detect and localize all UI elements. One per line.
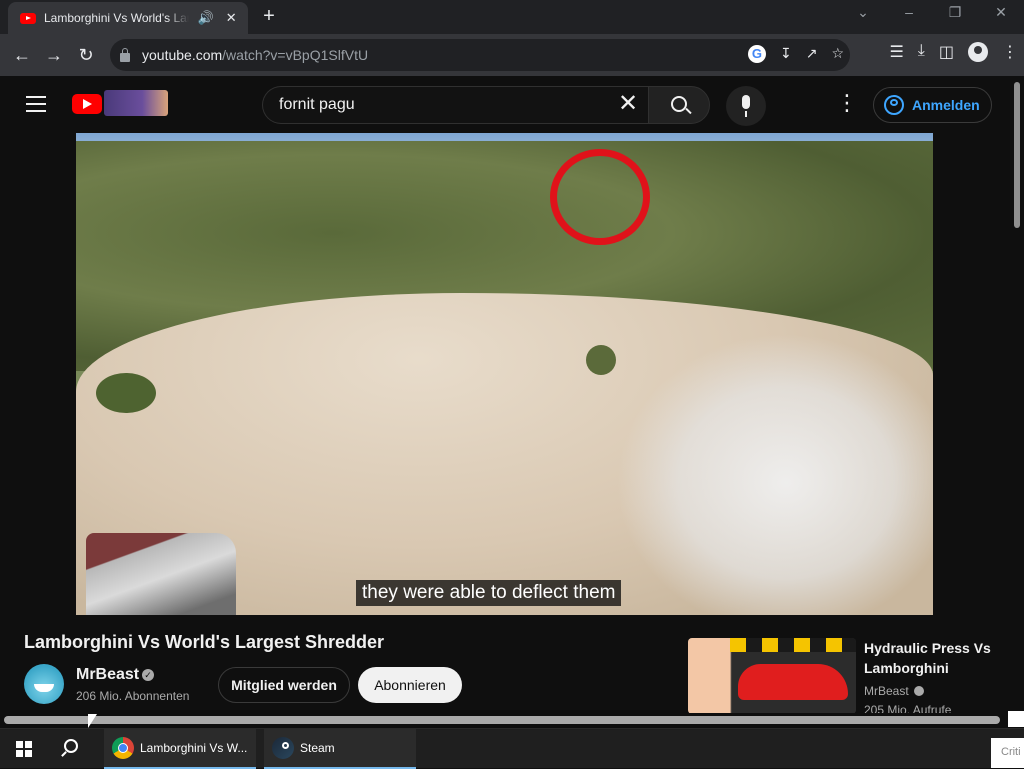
settings-kebab-icon[interactable]: ⋮ <box>836 92 858 114</box>
signin-label: Anmelden <box>912 97 980 113</box>
highlight-circle <box>550 149 650 245</box>
browser-tab[interactable]: Lamborghini Vs World's Largest Shredder … <box>8 2 248 34</box>
browser-toolbar: ← → ↻ youtube.com/watch?v=vBpQ1SlfVtU G … <box>0 34 1024 76</box>
video-frame-bush <box>586 345 616 375</box>
new-tab-button[interactable]: + <box>258 6 280 26</box>
back-arrow-icon[interactable]: ← <box>6 45 38 66</box>
taskbar-app-label: Lamborghini Vs W... <box>140 741 248 755</box>
lock-icon[interactable] <box>120 47 130 62</box>
user-circle-icon <box>884 95 904 115</box>
recommended-video-thumbnail[interactable] <box>688 638 856 714</box>
windows-start-icon[interactable] <box>16 741 32 757</box>
close-window-icon[interactable]: ✕ <box>986 4 1016 21</box>
forward-arrow-icon[interactable]: → <box>38 45 70 66</box>
video-frame-dust-cloud <box>616 333 933 615</box>
search-input[interactable]: fornit pagu <box>262 86 648 124</box>
horizontal-scrollbar-thumb[interactable] <box>4 716 1000 724</box>
share-icon[interactable]: ↗ <box>806 45 818 63</box>
browser-menu-icon[interactable]: ⋮ <box>1002 42 1018 62</box>
verified-check-icon: ✓ <box>142 669 154 681</box>
taskbar-app-chrome[interactable]: Lamborghini Vs W... <box>104 729 256 769</box>
reload-icon[interactable]: ↻ <box>70 45 102 66</box>
youtube-header: fornit pagu ✕ ⋮ Anmelden <box>0 76 1024 132</box>
subscribe-button[interactable]: Abonnieren <box>358 667 462 703</box>
taskbar-app-label: Steam <box>300 741 335 755</box>
url-path: /watch?v=vBpQ1SlfVtU <box>222 47 369 63</box>
mouse-cursor-icon <box>88 714 97 728</box>
url-text[interactable]: youtube.com/watch?v=vBpQ1SlfVtU <box>142 47 368 63</box>
subscriber-count: 206 Mio. Abonnenten <box>76 689 190 703</box>
downloads-icon[interactable]: ⤓ <box>918 42 925 62</box>
clear-search-icon[interactable]: ✕ <box>618 92 638 116</box>
taskbar-app-steam[interactable]: Steam <box>264 729 416 769</box>
horizontal-scrollbar[interactable] <box>0 711 1024 727</box>
install-app-icon[interactable]: ↧ <box>780 45 792 63</box>
bookmark-star-icon[interactable]: ☆ <box>831 45 844 63</box>
youtube-logo-icon[interactable] <box>72 94 102 114</box>
join-membership-button[interactable]: Mitglied werden <box>218 667 350 703</box>
windows-taskbar: Lamborghini Vs W... Steam <box>0 728 1024 769</box>
video-frame-bush <box>96 373 156 413</box>
address-bar[interactable]: youtube.com/watch?v=vBpQ1SlfVtU G ↧ ↗ ☆ <box>110 39 850 71</box>
hamburger-menu-icon[interactable] <box>26 96 46 112</box>
profile-avatar-icon[interactable] <box>968 42 988 62</box>
google-lens-icon[interactable]: G <box>747 45 766 63</box>
browser-toolbar-actions: ☰ ⤓ ◫ ⋮ <box>889 42 1018 62</box>
thumbnail-red-car <box>738 664 848 700</box>
thumbnail-hazard-stripes <box>730 638 856 652</box>
signin-button[interactable]: Anmelden <box>873 87 992 123</box>
url-domain: youtube.com <box>142 47 223 63</box>
search-button[interactable] <box>648 86 710 124</box>
video-frame-cars <box>86 533 236 615</box>
side-panel-icon[interactable]: ◫ <box>939 42 954 62</box>
channel-name[interactable]: MrBeast <box>76 666 139 684</box>
taskbar-overflow-popup[interactable]: Criti <box>991 738 1024 768</box>
page-scrollbar[interactable] <box>1010 80 1024 720</box>
video-title: Lamborghini Vs World's Largest Shredder <box>24 632 385 652</box>
youtube-favicon-icon <box>20 12 36 24</box>
tab-title: Lamborghini Vs World's Largest Shredder <box>44 11 189 25</box>
page-scrollbar-thumb[interactable] <box>1014 82 1020 228</box>
minimize-window-icon[interactable]: – <box>894 4 924 20</box>
steam-icon <box>272 737 294 759</box>
youtube-doodle-image[interactable] <box>104 90 168 116</box>
channel-avatar[interactable] <box>24 664 64 704</box>
recommended-verified-icon <box>914 686 924 696</box>
voice-search-microphone-icon[interactable] <box>726 86 766 126</box>
recommended-video-channel[interactable]: MrBeast <box>864 684 909 698</box>
video-caption: they were able to deflect them <box>356 580 622 606</box>
address-bar-actions: G ↧ ↗ ☆ <box>747 45 844 63</box>
media-control-icon[interactable]: ☰ <box>889 42 903 62</box>
chrome-icon <box>112 737 134 759</box>
scrollbar-corner <box>1008 711 1024 727</box>
tab-close-icon[interactable]: ✕ <box>222 10 240 26</box>
recommended-video-title[interactable]: Hydraulic Press Vs Lamborghini <box>864 638 1004 678</box>
browser-tab-strip: Lamborghini Vs World's Largest Shredder … <box>0 0 1024 34</box>
restore-window-icon[interactable]: ❐ <box>940 4 970 21</box>
taskbar-search-icon[interactable] <box>64 739 78 753</box>
video-player[interactable] <box>76 133 933 615</box>
audio-playing-icon[interactable]: 🔊 <box>197 10 215 26</box>
tab-search-chevron-icon[interactable]: ⌄ <box>848 4 878 21</box>
